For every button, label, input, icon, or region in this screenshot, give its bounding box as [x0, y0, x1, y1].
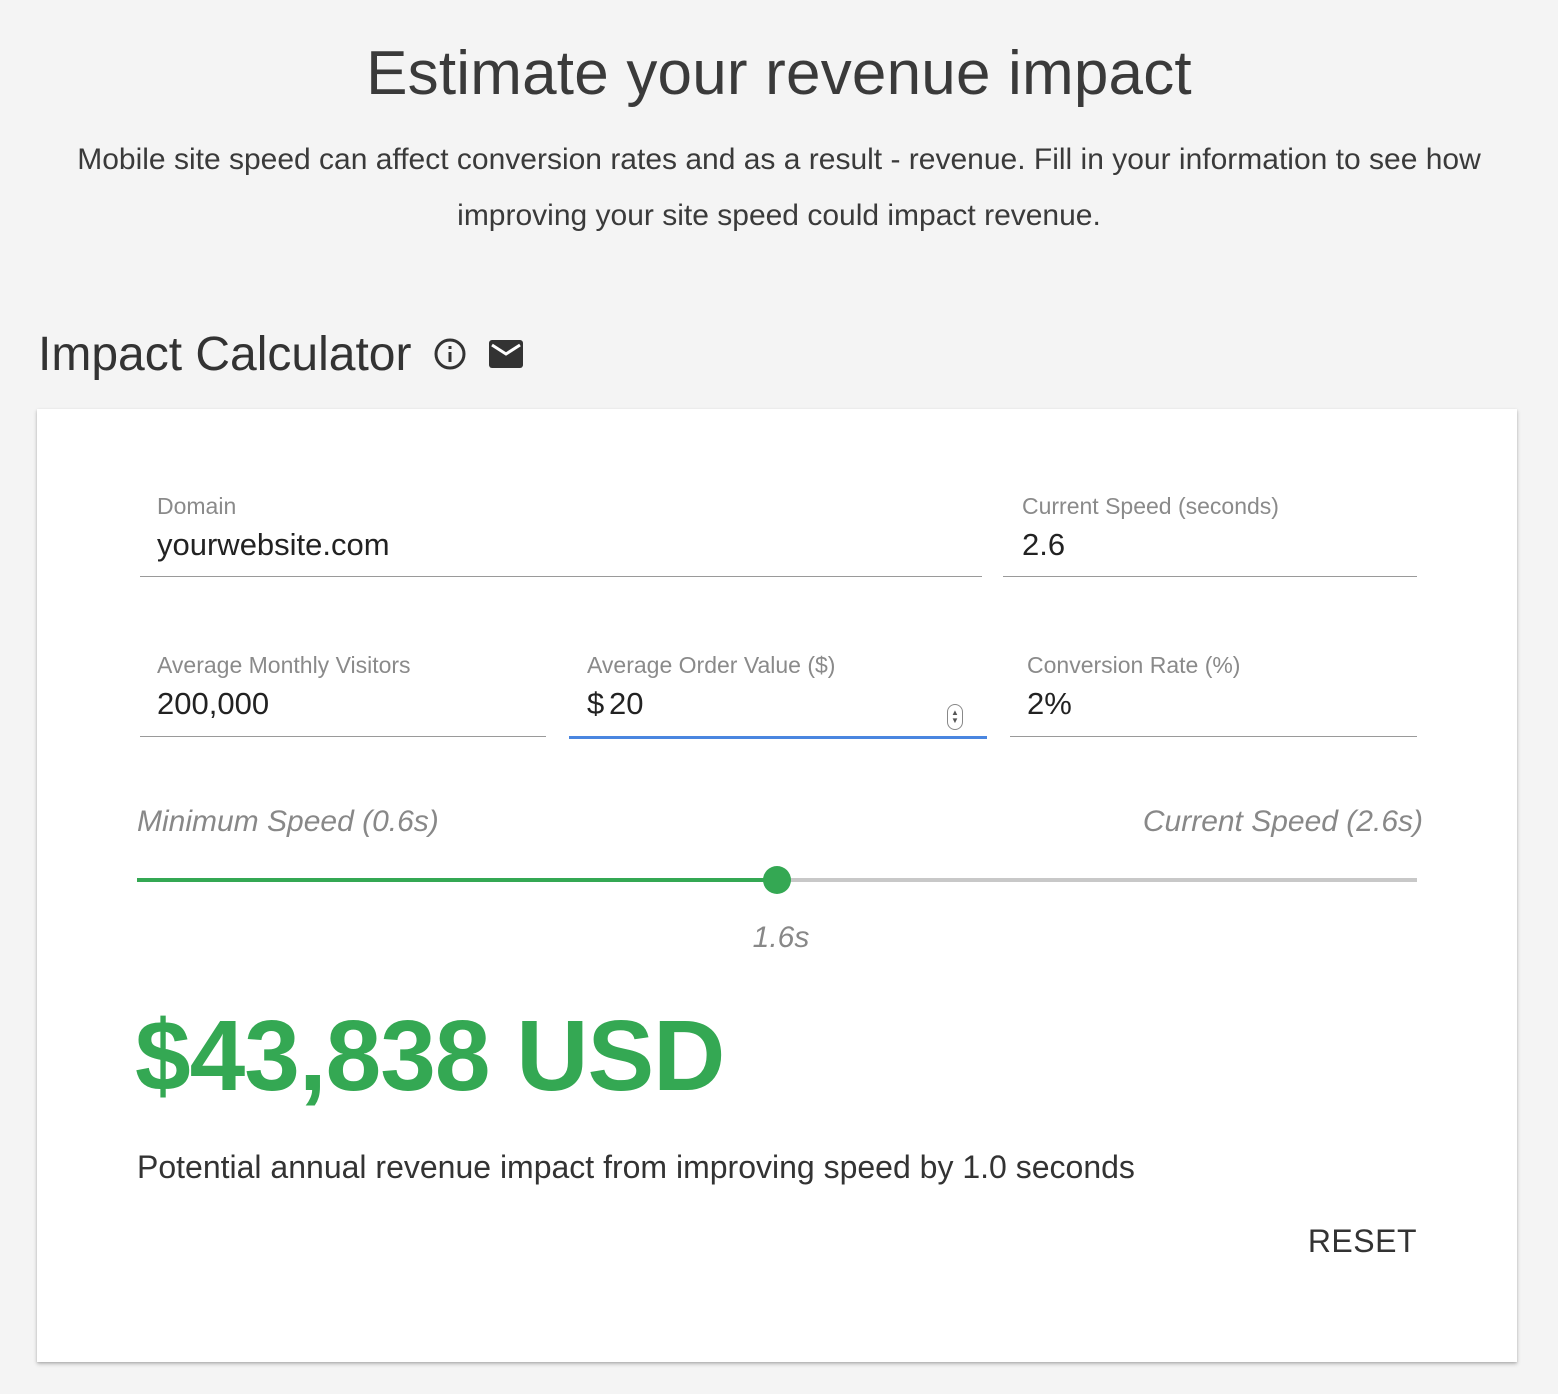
calculator-card: Domain yourwebsite.com Current Speed (se…	[37, 409, 1517, 1362]
order-value-currency: $	[587, 686, 605, 721]
monthly-visitors-label: Average Monthly Visitors	[157, 652, 411, 678]
slider-min-label: Minimum Speed (0.6s)	[137, 805, 439, 838]
current-speed-field[interactable]: Current Speed (seconds) 2.6	[1003, 493, 1417, 577]
conversion-rate-field[interactable]: Conversion Rate (%) 2%	[1010, 652, 1417, 737]
calculator-header: Impact Calculator	[38, 322, 545, 386]
domain-value: yourwebsite.com	[157, 527, 390, 562]
conversion-rate-label: Conversion Rate (%)	[1027, 652, 1241, 678]
slider-max-label: Current Speed (2.6s)	[1142, 805, 1423, 838]
domain-field[interactable]: Domain yourwebsite.com	[140, 493, 982, 577]
monthly-visitors-field[interactable]: Average Monthly Visitors 200,000	[140, 652, 546, 737]
order-value-label: Average Order Value ($)	[587, 652, 836, 678]
email-icon[interactable]	[489, 340, 524, 368]
order-value-field[interactable]: Average Order Value ($) $ ▲ ▼	[569, 652, 987, 739]
page-subtitle: Mobile site speed can affect conversion …	[77, 143, 1481, 232]
current-speed-label: Current Speed (seconds)	[1022, 493, 1279, 519]
calculator-title: Impact Calculator	[38, 327, 412, 381]
chevron-down-icon[interactable]: ▼	[951, 717, 959, 725]
current-speed-value: 2.6	[1022, 527, 1066, 562]
speed-slider-thumb[interactable]	[763, 866, 791, 894]
revenue-amount: $43,838 USD	[135, 1000, 725, 1112]
reset-button[interactable]: RESET	[1308, 1223, 1417, 1260]
speed-slider-fill	[137, 878, 777, 882]
revenue-description: Potential annual revenue impact from imp…	[137, 1149, 1135, 1185]
domain-label: Domain	[157, 493, 237, 519]
order-value-text-input[interactable]	[609, 686, 909, 722]
monthly-visitors-value: 200,000	[157, 686, 270, 721]
slider-value-label: 1.6s	[752, 921, 810, 954]
number-spinner[interactable]: ▲ ▼	[947, 704, 963, 730]
conversion-rate-value: 2%	[1027, 686, 1072, 721]
order-value-input[interactable]	[609, 686, 909, 722]
page-title: Estimate your revenue impact	[366, 39, 1192, 108]
speed-slider-track[interactable]	[137, 866, 1417, 894]
info-icon[interactable]	[433, 337, 467, 371]
